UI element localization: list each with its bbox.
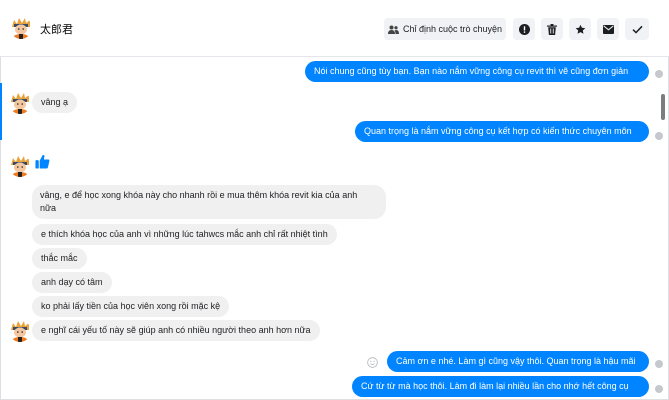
message-text-line: vâng, e để học xong khóa này cho nhanh r…	[40, 190, 358, 200]
incoming-message: e nghĩ cái yếu tố này sẽ giúp anh có nhi…	[32, 320, 320, 341]
contact-avatar[interactable]	[9, 92, 31, 114]
star-icon	[575, 24, 586, 35]
message-text-line: nữa	[40, 203, 57, 213]
incoming-message: vâng, e để học xong khóa này cho nhanh r…	[32, 185, 386, 219]
trash-icon	[547, 23, 557, 35]
contact-avatar[interactable]	[9, 320, 31, 342]
outgoing-message: Quan trọng là nắm vững công cụ kết hợp c…	[355, 121, 649, 142]
alert-icon	[518, 23, 530, 35]
mark-unread-button[interactable]	[597, 18, 619, 40]
seen-indicator	[655, 70, 663, 78]
checkmark-icon	[631, 25, 643, 34]
outgoing-message: Cứ từ từ mà học thôi. Làm đi làm lại nhi…	[352, 376, 649, 397]
thumbs-up-icon	[35, 154, 50, 174]
seen-indicator	[655, 132, 663, 140]
incoming-message: ko phải lấy tiền của học viên xong rồi m…	[32, 296, 230, 317]
incoming-message: thắc mắc	[32, 248, 87, 269]
incoming-message: anh dạy có tâm	[32, 272, 112, 293]
mark-spam-button[interactable]	[513, 18, 535, 40]
seen-indicator	[655, 360, 663, 368]
emoji-reaction-icon[interactable]	[367, 355, 378, 373]
seen-indicator	[655, 385, 663, 393]
contact-avatar[interactable]	[9, 155, 31, 177]
scrollbar-thumb[interactable]	[661, 94, 665, 120]
assign-conversation-button[interactable]: Chỉ định cuộc trò chuyện	[384, 18, 506, 40]
mark-done-button[interactable]	[625, 18, 649, 40]
incoming-message: e thích khóa học của anh vì những lúc ta…	[32, 224, 337, 245]
envelope-icon	[602, 24, 614, 34]
unread-indicator	[0, 83, 2, 140]
people-icon	[387, 25, 399, 34]
outgoing-message: Cảm ơn e nhé. Làm gì cũng vậy thôi. Quan…	[387, 351, 649, 372]
conversation-header: 太郎君 Chỉ định cuộc trò chuyện	[0, 0, 669, 57]
delete-button[interactable]	[541, 18, 563, 40]
contact-name[interactable]: 太郎君	[40, 21, 73, 37]
assign-conversation-label: Chỉ định cuộc trò chuyện	[402, 24, 503, 34]
outgoing-message: Nói chung cũng tùy bạn. Bạn nào nắm vững…	[305, 61, 649, 82]
contact-avatar[interactable]	[10, 17, 32, 39]
incoming-message: vâng ạ	[32, 92, 78, 113]
star-button[interactable]	[569, 18, 591, 40]
